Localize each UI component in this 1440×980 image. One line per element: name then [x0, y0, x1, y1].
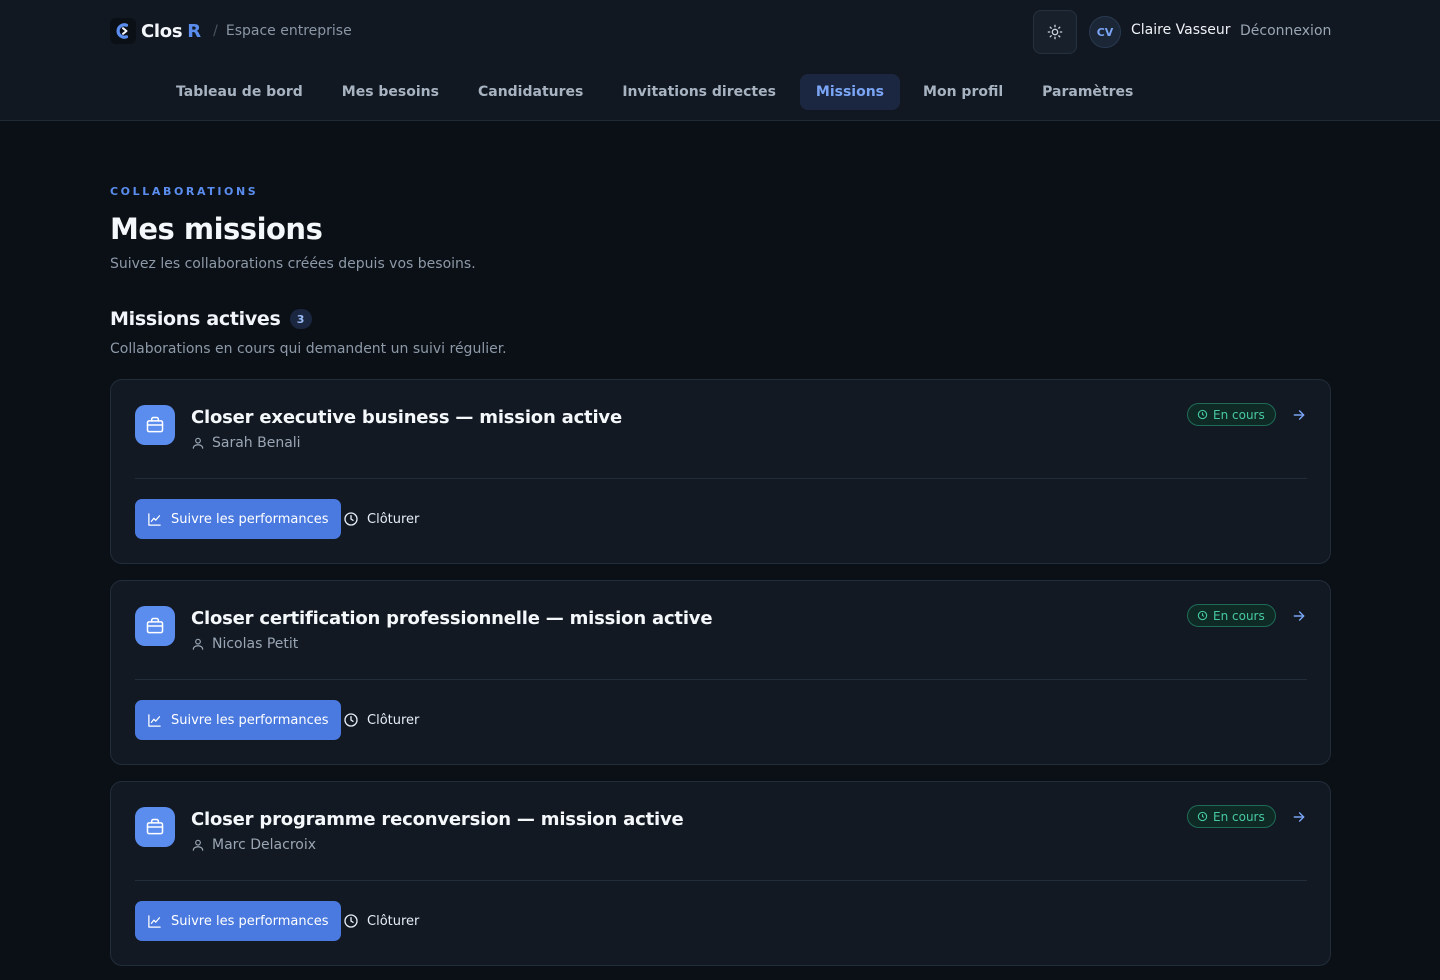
- track-performance-button[interactable]: Suivre les performances: [135, 700, 341, 740]
- sun-icon: [1047, 24, 1063, 40]
- mission-card: Closer executive business — mission acti…: [110, 379, 1331, 564]
- user-icon: [192, 638, 204, 650]
- close-mission-label: Clôturer: [367, 712, 420, 728]
- briefcase-icon: [135, 606, 175, 646]
- status-clock-icon: [1197, 610, 1208, 621]
- chart-line-icon: [148, 914, 161, 928]
- nav-item-candidatures[interactable]: Candidatures: [459, 74, 602, 110]
- brand-name: Clos: [141, 20, 183, 42]
- close-mission-button[interactable]: Clôturer: [333, 901, 429, 941]
- brand-accent: R: [187, 20, 202, 42]
- briefcase-icon: [135, 807, 175, 847]
- nav-item-mes-besoins[interactable]: Mes besoins: [323, 74, 458, 110]
- close-mission-button[interactable]: Clôturer: [333, 499, 429, 539]
- track-performance-label: Suivre les performances: [171, 511, 329, 527]
- page-eyebrow: COLLABORATIONS: [110, 185, 259, 198]
- mission-person-name: Nicolas Petit: [212, 636, 299, 652]
- mission-title[interactable]: Closer certification professionnelle — m…: [191, 608, 713, 629]
- close-mission-label: Clôturer: [367, 913, 420, 929]
- page-title: Mes missions: [110, 212, 323, 246]
- count-badge: 3: [289, 309, 312, 329]
- user-name: Claire Vasseur: [1131, 22, 1231, 38]
- briefcase-icon: [135, 405, 175, 445]
- mission-person-name: Marc Delacroix: [212, 837, 317, 853]
- nav-item-mon-profil[interactable]: Mon profil: [904, 74, 1022, 110]
- close-mission-button[interactable]: Clôturer: [333, 700, 429, 740]
- nav-item-invitations-directes[interactable]: Invitations directes: [603, 74, 795, 110]
- status-clock-icon: [1197, 811, 1208, 822]
- mission-person: Nicolas Petit: [191, 636, 298, 652]
- track-performance-label: Suivre les performances: [171, 913, 329, 929]
- clock-icon: [344, 512, 358, 526]
- mission-person: Sarah Benali: [191, 435, 301, 451]
- nav-item-parametres[interactable]: Paramètres: [1023, 74, 1152, 110]
- chart-line-icon: [148, 713, 161, 727]
- nav-item-tableau-de-bord[interactable]: Tableau de bord: [157, 74, 322, 110]
- card-divider: [135, 478, 1307, 479]
- close-mission-label: Clôturer: [367, 511, 420, 527]
- status-badge: En cours: [1187, 805, 1276, 828]
- arrow-right-icon[interactable]: [1289, 405, 1309, 425]
- card-divider: [135, 679, 1307, 680]
- brand-subtitle: Espace entreprise: [225, 23, 352, 39]
- clock-icon: [344, 713, 358, 727]
- clock-icon: [344, 914, 358, 928]
- nav-item-missions[interactable]: Missions: [799, 74, 901, 110]
- mission-title[interactable]: Closer executive business — mission acti…: [191, 407, 622, 428]
- status-label: En cours: [1213, 608, 1265, 623]
- avatar[interactable]: CV: [1089, 16, 1121, 48]
- card-divider: [135, 880, 1307, 881]
- theme-toggle-button[interactable]: [1033, 10, 1077, 54]
- user-icon: [192, 839, 204, 851]
- arrow-right-icon[interactable]: [1289, 606, 1309, 626]
- status-clock-icon: [1197, 409, 1208, 420]
- brand[interactable]: Clos R / Espace entreprise: [110, 17, 352, 45]
- status-label: En cours: [1213, 407, 1265, 422]
- mission-title[interactable]: Closer programme reconversion — mission …: [191, 809, 684, 830]
- logout-link[interactable]: Déconnexion: [1240, 23, 1331, 39]
- mission-card: Closer programme reconversion — mission …: [110, 781, 1331, 966]
- section-header: Missions actives 3: [110, 308, 312, 330]
- brand-separator: /: [213, 23, 218, 39]
- track-performance-button[interactable]: Suivre les performances: [135, 499, 341, 539]
- status-label: En cours: [1213, 809, 1265, 824]
- status-badge: En cours: [1187, 403, 1276, 426]
- mission-person: Marc Delacroix: [191, 837, 316, 853]
- track-performance-label: Suivre les performances: [171, 712, 329, 728]
- section-subtitle: Collaborations en cours qui demandent un…: [110, 341, 507, 357]
- track-performance-button[interactable]: Suivre les performances: [135, 901, 341, 941]
- page-subtitle: Suivez les collaborations créées depuis …: [110, 256, 476, 272]
- mission-card: Closer certification professionnelle — m…: [110, 580, 1331, 765]
- section-title: Missions actives: [110, 308, 281, 330]
- arrow-right-icon[interactable]: [1289, 807, 1309, 827]
- status-badge: En cours: [1187, 604, 1276, 627]
- top-header: Clos R / Espace entreprise CV Claire Vas…: [0, 0, 1440, 121]
- logo-icon: [110, 18, 136, 44]
- mission-person-name: Sarah Benali: [212, 435, 301, 451]
- chart-line-icon: [148, 512, 161, 526]
- user-icon: [192, 437, 204, 449]
- main-nav: Tableau de bord Mes besoins Candidatures…: [157, 74, 1153, 110]
